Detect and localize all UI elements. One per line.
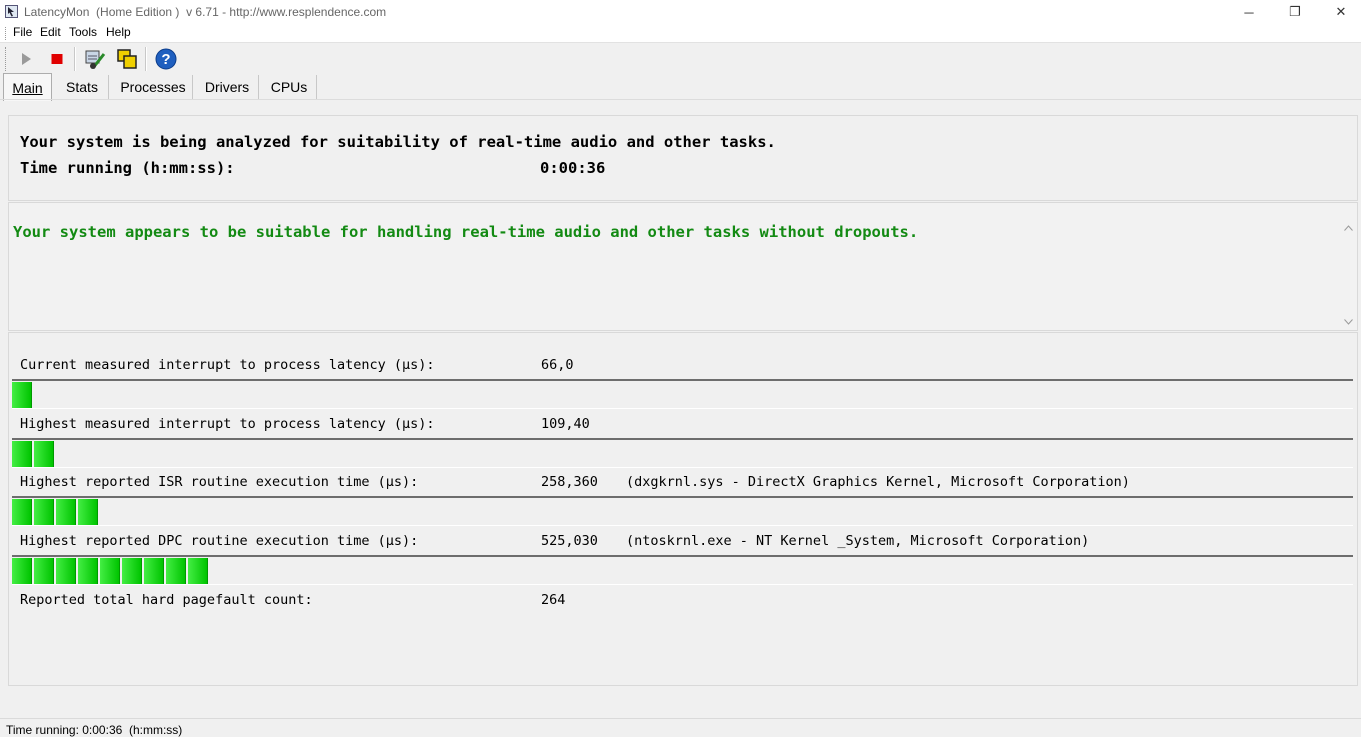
metric-dpc-value: 525,030 bbox=[541, 533, 598, 549]
help-button[interactable]: ? bbox=[154, 47, 178, 71]
dpc-bar bbox=[12, 555, 1353, 585]
scroll-up-icon[interactable] bbox=[1344, 225, 1353, 231]
bar-segment bbox=[12, 558, 32, 584]
tab-drivers-label: Drivers bbox=[204, 79, 250, 95]
stop-button[interactable] bbox=[45, 47, 69, 71]
isr-bar-fill bbox=[12, 499, 100, 525]
verdict-scrollbar[interactable] bbox=[1340, 203, 1357, 329]
metric-current-latency-label: Current measured interrupt to process la… bbox=[20, 357, 435, 373]
metric-highest-latency-label: Highest measured interrupt to process la… bbox=[20, 416, 435, 432]
play-icon bbox=[22, 53, 31, 65]
metric-isr-label: Highest reported ISR routine execution t… bbox=[20, 474, 419, 490]
tab-main[interactable]: Main bbox=[3, 73, 52, 101]
minimize-button[interactable]: ─ bbox=[1226, 0, 1272, 24]
start-button[interactable] bbox=[14, 47, 38, 71]
minimize-icon: ─ bbox=[1244, 4, 1254, 20]
tab-stats[interactable]: Stats bbox=[56, 75, 109, 99]
time-running-label: Time running (h:mm:ss): bbox=[20, 159, 235, 177]
menu-grip bbox=[5, 27, 8, 40]
close-button[interactable]: ✕ bbox=[1318, 0, 1361, 24]
bar-segment bbox=[166, 558, 186, 584]
dpc-bar-fill bbox=[12, 558, 210, 584]
isr-bar bbox=[12, 496, 1353, 526]
metric-isr-value: 258,360 bbox=[541, 474, 598, 490]
bar-segment bbox=[188, 558, 208, 584]
metric-dpc-label: Highest reported DPC routine execution t… bbox=[20, 533, 419, 549]
time-running-value: 0:00:36 bbox=[540, 159, 606, 177]
bar-segment bbox=[122, 558, 142, 584]
bar-segment bbox=[78, 499, 98, 525]
bar-segment bbox=[12, 382, 32, 408]
title-bar: LatencyMon (Home Edition ) v 6.71 - http… bbox=[0, 0, 1361, 24]
windows-icon bbox=[117, 49, 137, 69]
menu-edit[interactable]: Edit bbox=[40, 25, 61, 39]
tab-processes-label: Processes bbox=[120, 79, 186, 95]
metric-pagefault-label: Reported total hard pagefault count: bbox=[20, 592, 313, 608]
tab-divider bbox=[0, 99, 1361, 100]
app-icon bbox=[5, 5, 18, 18]
menu-bar: File Edit Tools Help bbox=[0, 24, 1361, 43]
tab-cpus-label: CPUs bbox=[270, 79, 308, 95]
windows-button[interactable] bbox=[115, 47, 139, 71]
metric-pagefault-value: 264 bbox=[541, 592, 566, 608]
bar-segment bbox=[12, 441, 32, 467]
drivers-icon bbox=[85, 50, 106, 69]
bar-segment bbox=[34, 558, 54, 584]
highest-latency-bar bbox=[12, 438, 1353, 468]
bar-segment bbox=[100, 558, 120, 584]
status-bar: Time running: 0:00:36 (h:mm:ss) bbox=[0, 718, 1361, 737]
verdict-message: Your system appears to be suitable for h… bbox=[13, 223, 919, 241]
help-icon: ? bbox=[155, 48, 177, 70]
maximize-button[interactable]: ❐ bbox=[1272, 0, 1318, 24]
drivers-button[interactable] bbox=[83, 47, 107, 71]
metric-highest-latency-value: 109,40 bbox=[541, 416, 590, 432]
verdict-panel: Your system appears to be suitable for h… bbox=[8, 202, 1358, 331]
metric-current-latency-value: 66,0 bbox=[541, 357, 574, 373]
tab-strip: Main Stats Processes Drivers CPUs bbox=[0, 73, 1361, 101]
toolbar-grip bbox=[5, 47, 6, 71]
scroll-down-icon[interactable] bbox=[1344, 319, 1353, 325]
metrics-panel: Current measured interrupt to process la… bbox=[8, 332, 1358, 686]
analysis-panel: Your system is being analyzed for suitab… bbox=[8, 115, 1358, 201]
current-latency-bar-fill bbox=[12, 382, 34, 408]
menu-file[interactable]: File bbox=[13, 25, 32, 39]
bar-segment bbox=[144, 558, 164, 584]
tab-drivers[interactable]: Drivers bbox=[196, 75, 259, 99]
bar-segment bbox=[34, 441, 54, 467]
analysis-text: Your system is being analyzed for suitab… bbox=[20, 133, 776, 151]
bar-segment bbox=[34, 499, 54, 525]
metric-dpc-detail: (ntoskrnl.exe - NT Kernel _System, Micro… bbox=[626, 533, 1090, 549]
highest-latency-bar-fill bbox=[12, 441, 56, 467]
menu-help[interactable]: Help bbox=[106, 25, 131, 39]
current-latency-bar bbox=[12, 379, 1353, 409]
toolbar: ? bbox=[0, 43, 1361, 73]
tab-cpus[interactable]: CPUs bbox=[262, 75, 317, 99]
tab-main-label: Main bbox=[12, 79, 43, 96]
bar-segment bbox=[12, 499, 32, 525]
close-icon: ✕ bbox=[1335, 4, 1347, 19]
svg-text:?: ? bbox=[161, 51, 170, 68]
bar-segment bbox=[56, 558, 76, 584]
status-bar-text: Time running: 0:00:36 (h:mm:ss) bbox=[6, 723, 183, 737]
tab-processes[interactable]: Processes bbox=[114, 75, 193, 99]
tab-stats-label: Stats bbox=[66, 79, 98, 95]
stop-icon bbox=[51, 54, 63, 64]
metric-isr-detail: (dxgkrnl.sys - DirectX Graphics Kernel, … bbox=[626, 474, 1130, 490]
bar-segment bbox=[56, 499, 76, 525]
menu-tools[interactable]: Tools bbox=[69, 25, 97, 39]
bar-segment bbox=[78, 558, 98, 584]
restore-icon: ❐ bbox=[1289, 4, 1301, 19]
toolbar-separator-2 bbox=[145, 47, 147, 71]
window-title: LatencyMon (Home Edition ) v 6.71 - http… bbox=[24, 5, 387, 19]
toolbar-separator bbox=[74, 47, 76, 71]
